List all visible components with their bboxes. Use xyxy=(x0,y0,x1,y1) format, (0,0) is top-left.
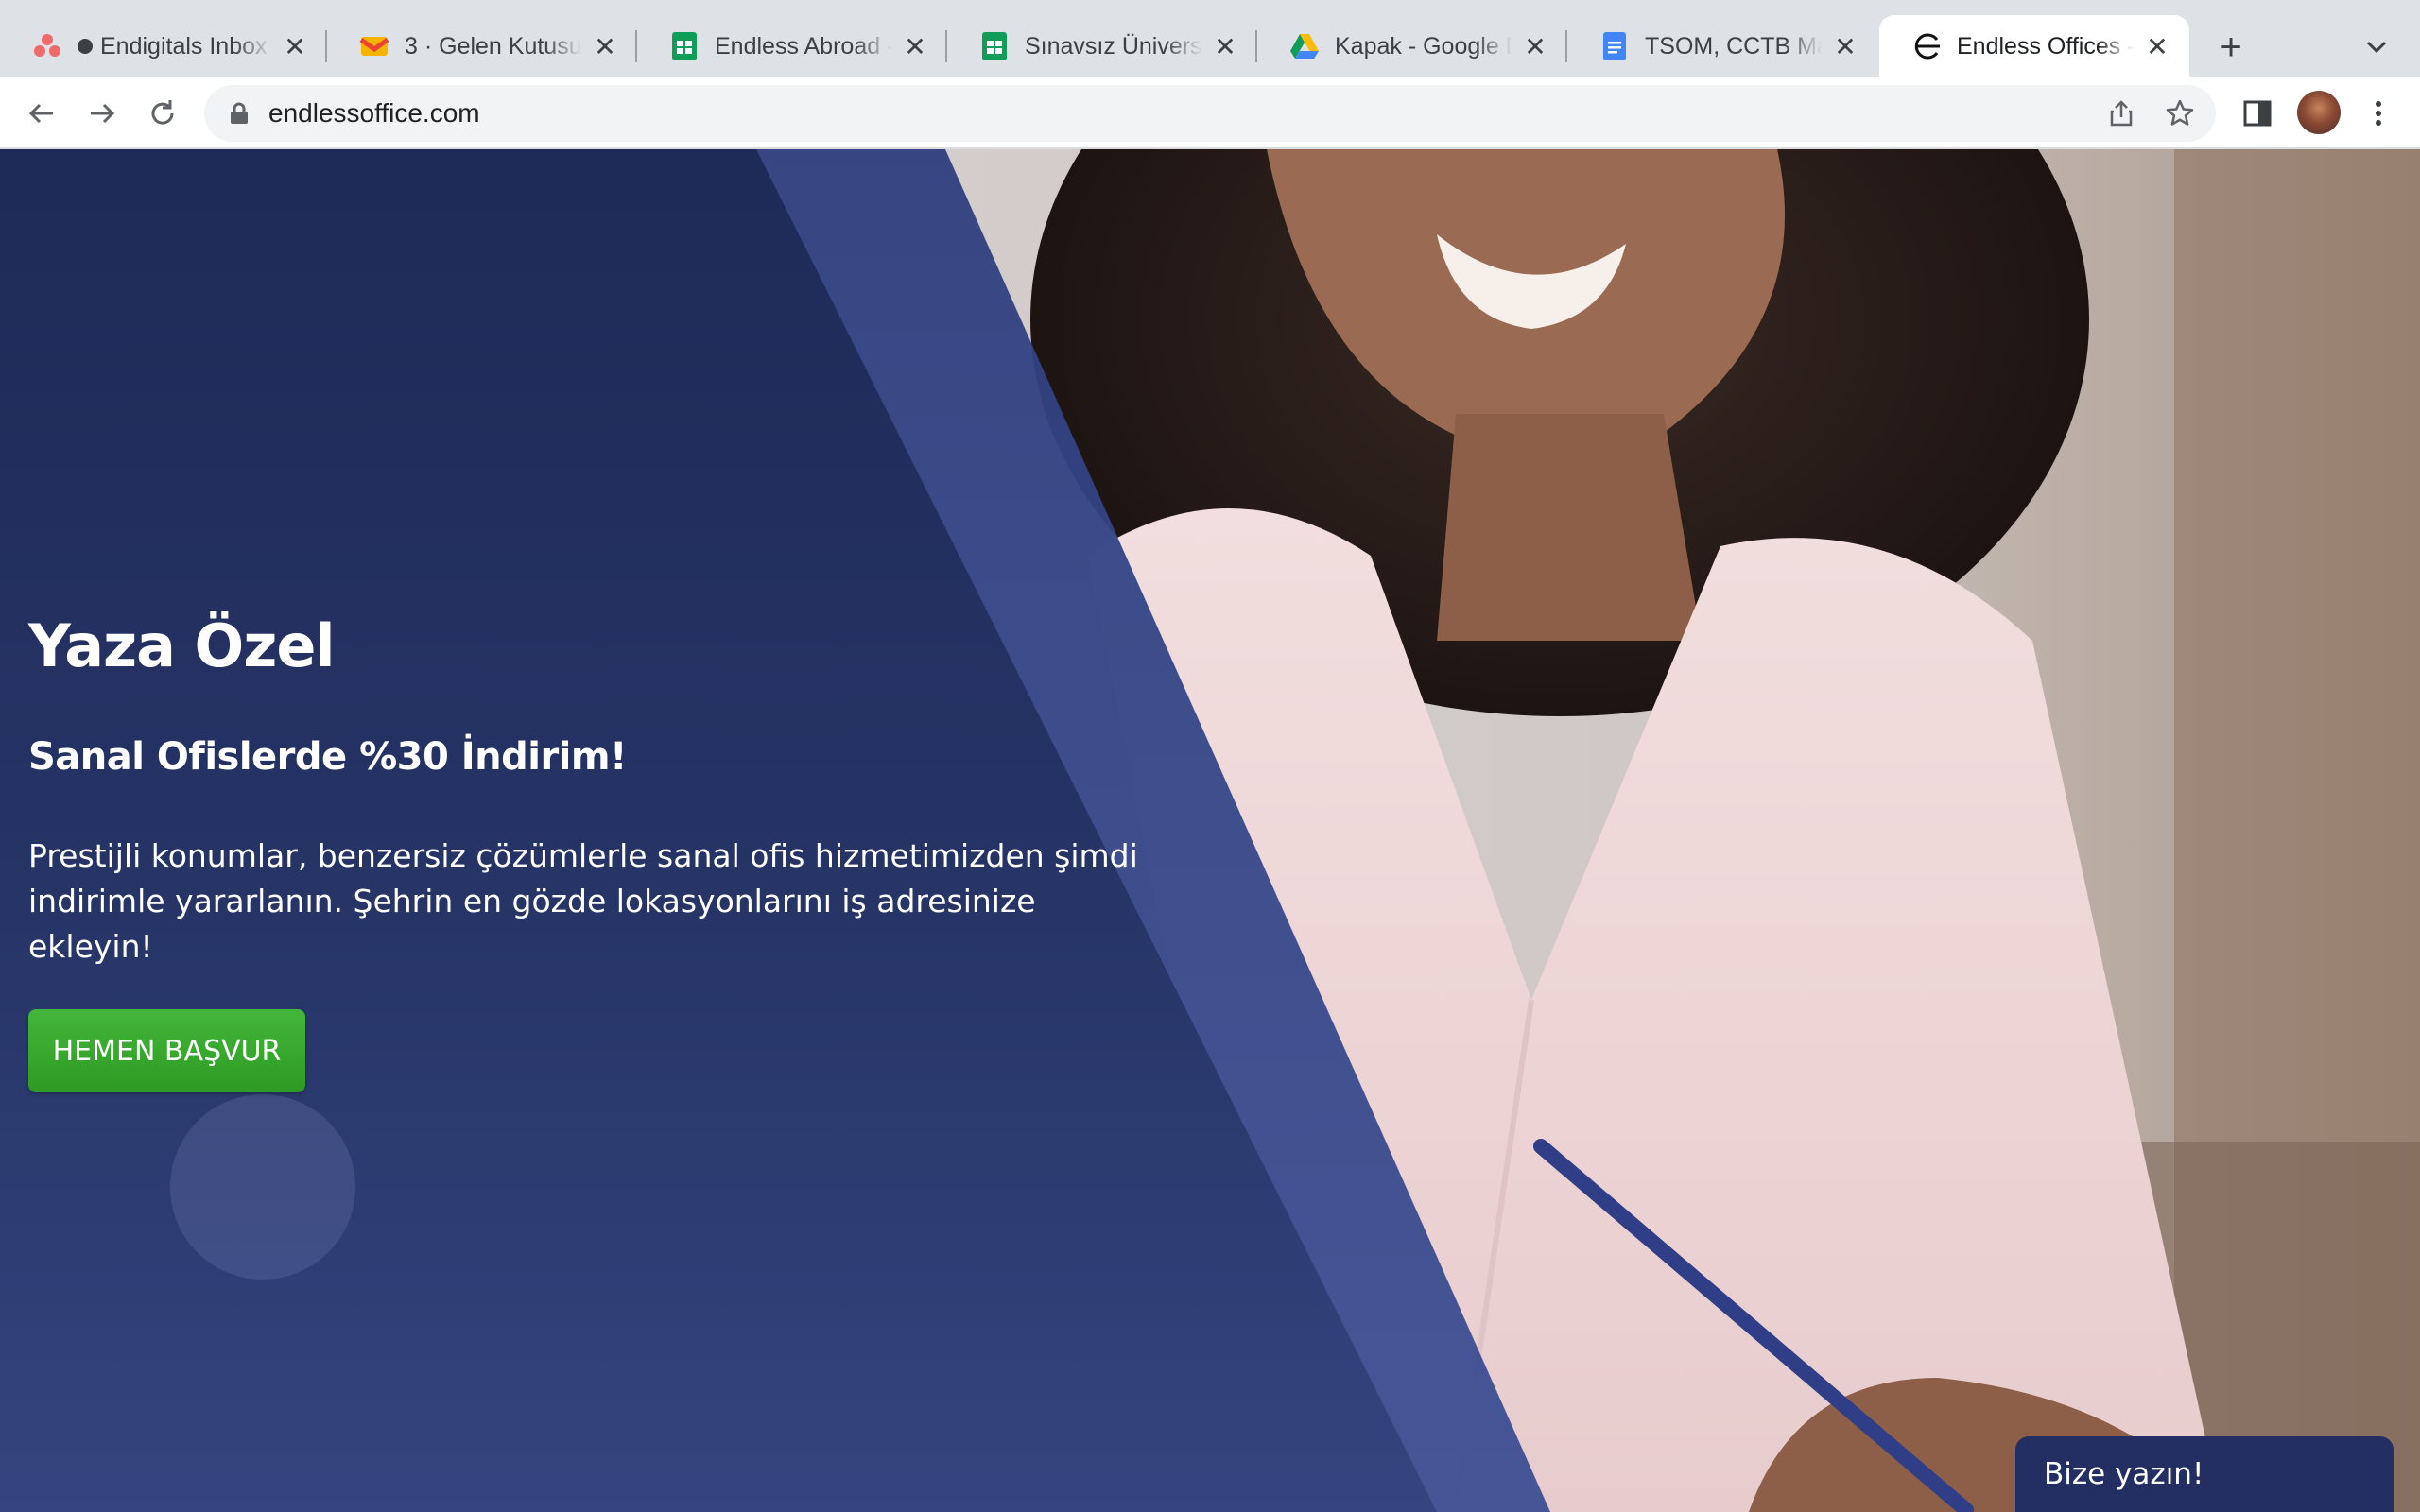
back-arrow-icon[interactable] xyxy=(23,94,60,132)
tab-title: Endless Abroad - xyxy=(715,32,892,60)
new-tab-icon[interactable]: + xyxy=(2212,28,2250,66)
close-tab-icon[interactable]: ✕ xyxy=(280,31,310,61)
decorative-circle xyxy=(170,1094,355,1280)
tab-endless-offices[interactable]: Endless Offices - ✕ xyxy=(1879,15,2189,77)
share-icon[interactable] xyxy=(2106,98,2136,129)
unread-dot-icon xyxy=(78,39,93,54)
forward-arrow-icon[interactable] xyxy=(83,94,121,132)
more-menu-icon[interactable] xyxy=(2361,96,2395,130)
tab-endless-abroad[interactable]: Endless Abroad - ✕ xyxy=(637,15,947,77)
tab-search-chevron-icon[interactable] xyxy=(2358,28,2395,66)
tab-endigitals-inbox[interactable]: Endigitals Inbox ✕ xyxy=(0,15,327,77)
tab-gelen-kutusu[interactable]: 3 · Gelen Kutusu - ✕ xyxy=(327,15,637,77)
profile-avatar[interactable] xyxy=(2297,91,2341,134)
close-tab-icon[interactable]: ✕ xyxy=(2142,31,2172,61)
tab-sinavsiz-universite[interactable]: Sınavsız Üniversite ✕ xyxy=(947,15,1257,77)
hero-title: Yaza Özel xyxy=(28,611,336,680)
google-docs-icon xyxy=(1599,31,1630,61)
tab-title: Kapak - Google Drive xyxy=(1335,32,1512,60)
close-tab-icon[interactable]: ✕ xyxy=(900,31,930,61)
tab-title: Sınavsız Üniversite xyxy=(1025,32,1202,60)
tab-title: TSOM, CCTB Mail xyxy=(1645,32,1823,60)
hero-subtitle: Sanal Ofislerde %30 İndirim! xyxy=(28,735,627,780)
apply-now-button[interactable]: HEMEN BAŞVUR xyxy=(28,1009,305,1092)
side-panel-icon[interactable] xyxy=(2240,96,2274,130)
tab-title: Endigitals Inbox xyxy=(100,32,272,60)
tab-kapak-google-drive[interactable]: Kapak - Google Drive ✕ xyxy=(1257,15,1567,77)
close-tab-icon[interactable]: ✕ xyxy=(590,31,620,61)
close-tab-icon[interactable]: ✕ xyxy=(1830,31,1860,61)
tab-title: Endless Offices - xyxy=(1957,32,2135,60)
close-tab-icon[interactable]: ✕ xyxy=(1210,31,1240,61)
google-sheets-icon xyxy=(979,31,1010,61)
url-text: endlessoffice.com xyxy=(268,98,480,128)
reload-icon[interactable] xyxy=(144,94,182,132)
gmail-icon xyxy=(359,31,389,61)
tab-strip: Endigitals Inbox ✕ 3 · Gelen Kutusu - ✕ … xyxy=(0,0,2420,77)
browser-toolbar: endlessoffice.com xyxy=(0,77,2420,149)
tab-tsom-cctb-mail[interactable]: TSOM, CCTB Mail ✕ xyxy=(1567,15,1877,77)
hero-description: Prestijli konumlar, benzersiz çözümlerle… xyxy=(28,837,1138,966)
endless-offices-icon xyxy=(1911,31,1942,61)
lock-icon[interactable] xyxy=(229,102,250,125)
google-sheets-icon xyxy=(669,31,700,61)
address-bar[interactable]: endlessoffice.com xyxy=(204,85,2216,142)
chat-widget-button[interactable]: Bize yazın! xyxy=(2015,1436,2394,1512)
bookmark-star-icon[interactable] xyxy=(2165,98,2195,129)
webpage-hero-section: Yaza Özel Sanal Ofislerde %30 İndirim! P… xyxy=(0,149,2420,1512)
tab-title: 3 · Gelen Kutusu - xyxy=(405,32,582,60)
google-drive-icon xyxy=(1289,31,1320,61)
hero-text-block: Yaza Özel Sanal Ofislerde %30 İndirim! P… xyxy=(28,611,1163,970)
asana-icon xyxy=(32,31,62,61)
close-tab-icon[interactable]: ✕ xyxy=(1520,31,1550,61)
